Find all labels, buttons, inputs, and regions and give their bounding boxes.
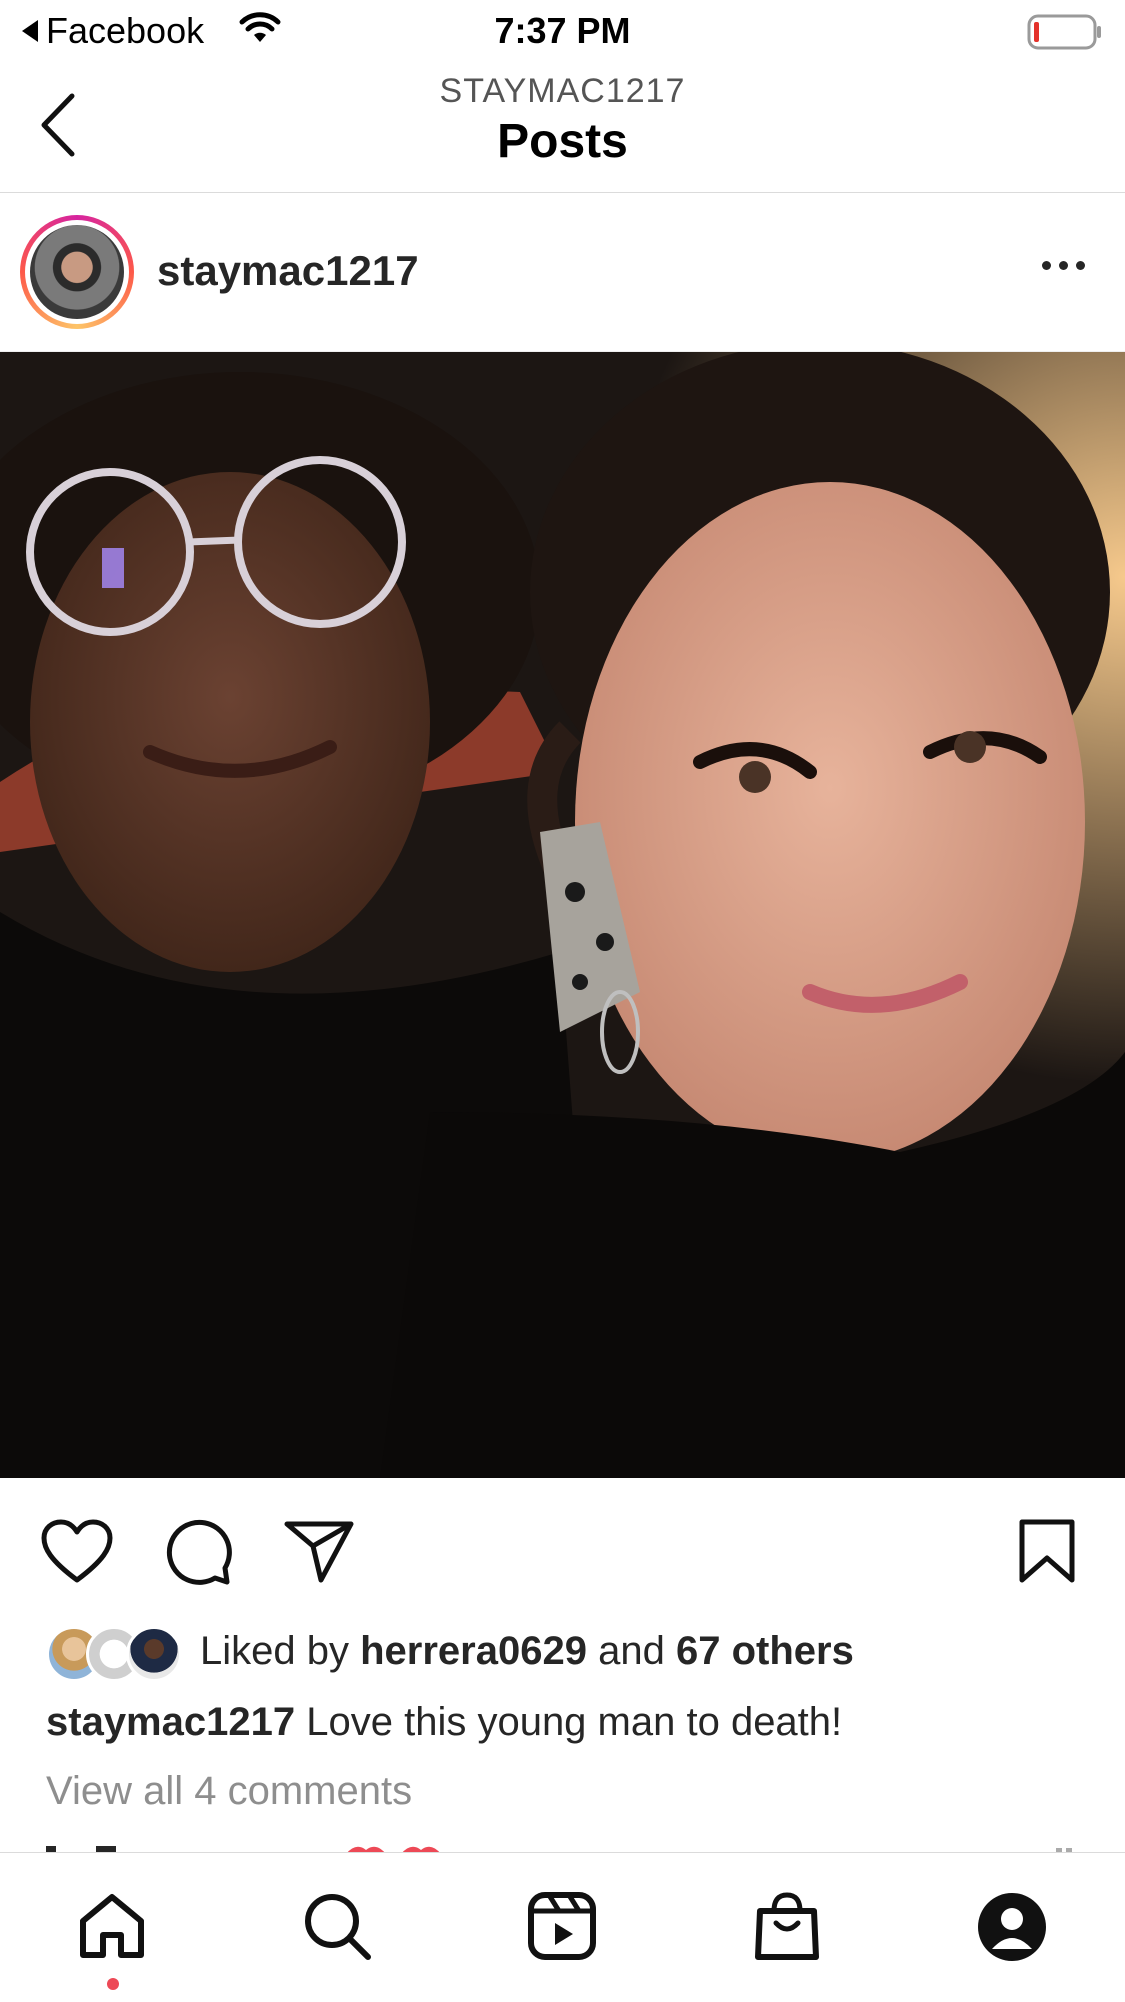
comment-icon[interactable] xyxy=(163,1518,233,1588)
liker-avatar xyxy=(126,1626,182,1682)
more-dot xyxy=(1059,261,1068,270)
top-liker[interactable]: herrera0629 xyxy=(360,1629,587,1674)
more-dot xyxy=(1042,261,1051,270)
battery-icon xyxy=(1027,14,1101,50)
page-title: Posts xyxy=(497,115,628,168)
more-horizontal-icon[interactable] xyxy=(1042,261,1085,270)
reels-icon[interactable] xyxy=(527,1891,597,1961)
heart-icon[interactable] xyxy=(40,1518,114,1584)
paper-plane-icon[interactable] xyxy=(283,1518,355,1584)
bottom-tab-bar xyxy=(0,1852,1125,2002)
search-icon[interactable] xyxy=(302,1891,374,1963)
likes-joiner: and xyxy=(598,1628,665,1673)
avatar-image xyxy=(30,225,124,319)
shop-bag-icon[interactable] xyxy=(752,1891,822,1963)
page-header: STAYMAC1217 Posts xyxy=(0,64,1125,193)
likes-summary[interactable]: Liked by herrera0629 and 67 others xyxy=(46,1622,854,1682)
post-actions xyxy=(0,1478,1125,1618)
caption-text: Love this young man to death! xyxy=(306,1700,843,1744)
post-header: staymac1217 xyxy=(0,193,1125,352)
more-dot xyxy=(1076,261,1085,270)
home-activity-dot xyxy=(107,1978,119,1990)
post-caption: staymac1217 Love this young man to death… xyxy=(46,1700,842,1745)
profile-icon[interactable] xyxy=(976,1891,1048,1963)
avatar-border xyxy=(25,220,129,324)
home-icon[interactable] xyxy=(77,1891,147,1961)
post-photo-image xyxy=(0,352,1125,1478)
caption-username[interactable]: staymac1217 xyxy=(46,1700,295,1744)
likes-prefix: Liked by xyxy=(200,1628,349,1673)
likes-others[interactable]: 67 others xyxy=(676,1629,854,1674)
bookmark-icon[interactable] xyxy=(1018,1518,1076,1584)
account-name: STAYMAC1217 xyxy=(439,72,686,110)
post-photo[interactable] xyxy=(0,352,1125,1478)
avatar[interactable] xyxy=(20,215,134,329)
post-username[interactable]: staymac1217 xyxy=(157,247,419,295)
liker-avatars xyxy=(46,1624,186,1682)
status-time: 7:37 PM xyxy=(494,10,631,51)
view-comments-link[interactable]: View all 4 comments xyxy=(46,1769,412,1814)
status-bar: Facebook 7:37 PM xyxy=(0,0,1125,64)
